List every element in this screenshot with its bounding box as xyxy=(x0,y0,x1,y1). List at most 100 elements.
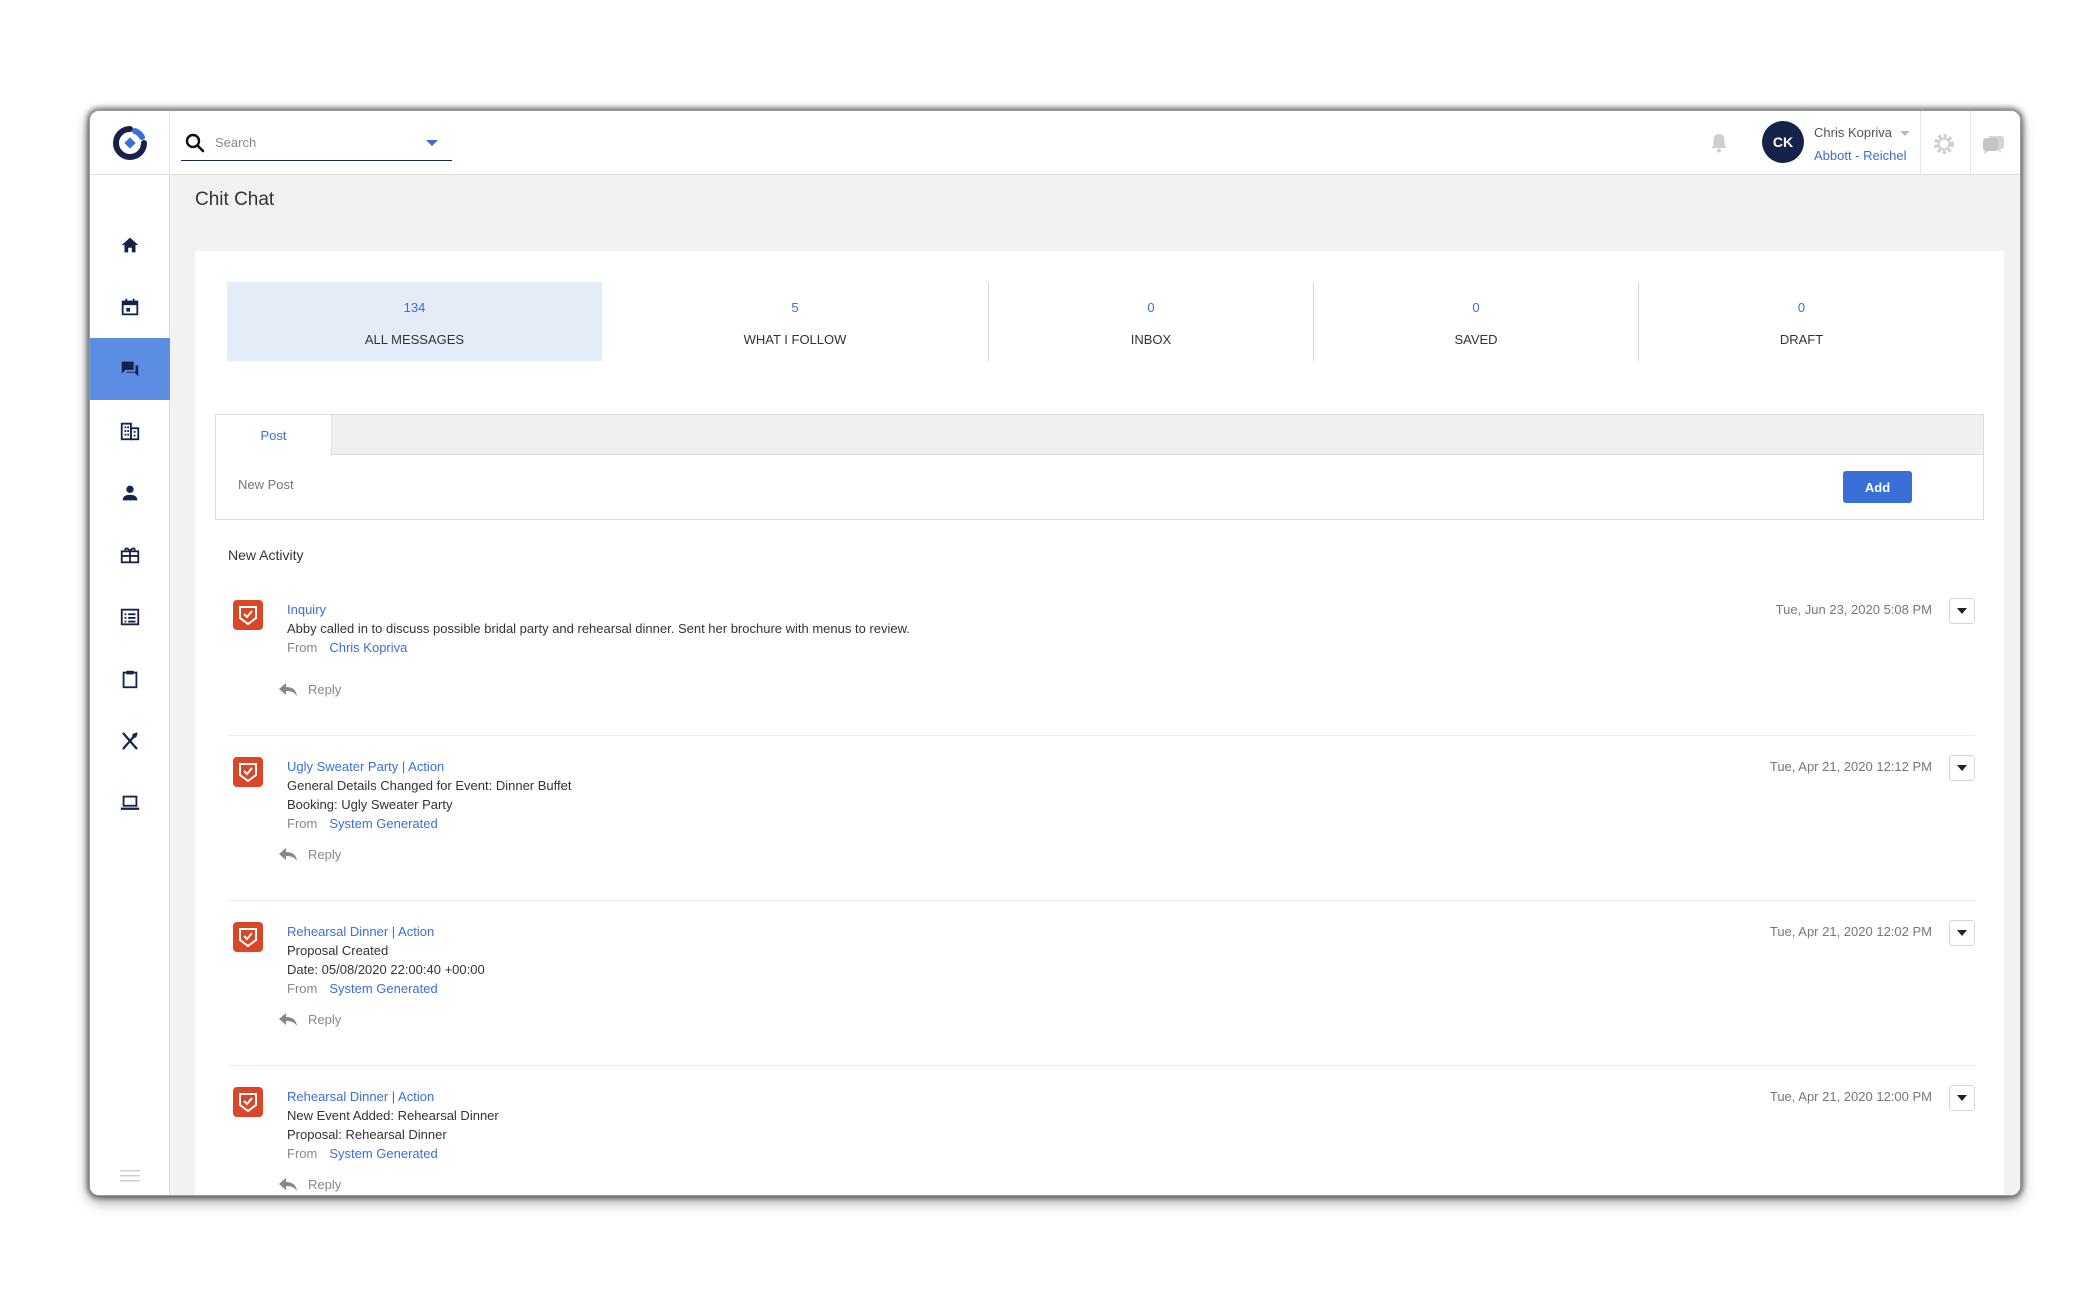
new-post-box: Post New Post Add xyxy=(215,414,1984,520)
main-content: Chit Chat 134 ALL MESSAGES 5 WHAT I FOLL… xyxy=(170,175,2020,1195)
tab-all-messages[interactable]: 134 ALL MESSAGES xyxy=(227,282,602,361)
top-divider xyxy=(1920,111,1921,175)
reply-button[interactable]: Reply xyxy=(278,846,341,862)
search-box[interactable] xyxy=(181,125,452,161)
activity-item: Rehearsal Dinner | Action Proposal Creat… xyxy=(228,900,1975,1065)
stats-bar: 134 ALL MESSAGES 5 WHAT I FOLLOW 0 INBOX… xyxy=(227,282,1976,361)
user-name[interactable]: Chris Kopriva xyxy=(1814,125,1892,140)
from-label: From xyxy=(287,981,318,996)
sidebar-item-calendar[interactable] xyxy=(90,276,170,338)
search-input[interactable] xyxy=(215,135,415,150)
chevron-down-icon xyxy=(1957,1095,1967,1101)
app-logo[interactable] xyxy=(90,111,170,175)
sidebar-item-lists[interactable] xyxy=(90,586,170,648)
post-tab-bar: Post xyxy=(216,415,1983,456)
activity-item: Ugly Sweater Party | Action General Deta… xyxy=(228,735,1975,900)
notification-bell-icon[interactable] xyxy=(1707,131,1731,155)
activity-text: Proposal: Rehearsal Dinner xyxy=(287,1127,447,1142)
menu-icon[interactable] xyxy=(120,1169,140,1183)
avatar[interactable]: CK xyxy=(1762,121,1804,163)
search-icon xyxy=(185,133,205,152)
chevron-down-icon xyxy=(1957,930,1967,936)
tab-draft[interactable]: 0 DRAFT xyxy=(1639,282,1964,361)
page-title: Chit Chat xyxy=(195,189,275,210)
user-company[interactable]: Abbott - Reichel xyxy=(1814,148,1907,163)
sidebar-item-contacts[interactable] xyxy=(90,462,170,524)
section-title: New Activity xyxy=(228,547,304,563)
sidebar-item-home[interactable] xyxy=(90,214,170,276)
activity-menu-button[interactable] xyxy=(1949,755,1975,781)
from-user-link[interactable]: System Generated xyxy=(329,981,437,996)
task-check-icon xyxy=(233,757,263,787)
reply-button[interactable]: Reply xyxy=(278,681,341,697)
activity-text: Proposal Created xyxy=(287,943,389,958)
chevron-down-icon xyxy=(1957,608,1967,614)
calendar-icon xyxy=(121,298,139,316)
activity-from: From System Generated xyxy=(287,816,438,831)
activity-menu-button[interactable] xyxy=(1949,598,1975,624)
activity-title-link[interactable]: Rehearsal Dinner | Action xyxy=(287,1089,434,1104)
tab-inbox[interactable]: 0 INBOX xyxy=(989,282,1313,361)
laptop-icon xyxy=(120,795,140,810)
activity-title-link[interactable]: Inquiry xyxy=(287,602,326,617)
chat-bubbles-icon[interactable] xyxy=(1980,131,2006,157)
home-icon xyxy=(121,237,139,253)
reply-button[interactable]: Reply xyxy=(278,1176,341,1192)
search-dropdown-icon[interactable] xyxy=(426,140,438,146)
from-user-link[interactable]: System Generated xyxy=(329,1146,437,1161)
sidebar-item-menus[interactable] xyxy=(90,710,170,772)
sidebar-item-devices[interactable] xyxy=(90,772,170,834)
settings-gear-icon[interactable] xyxy=(1931,131,1957,157)
reply-button[interactable]: Reply xyxy=(278,1011,341,1027)
activity-from: From Chris Kopriva xyxy=(287,640,407,655)
reply-label: Reply xyxy=(308,1176,342,1192)
activity-date: Tue, Apr 21, 2020 12:00 PM xyxy=(1769,1089,1932,1104)
activity-menu-button[interactable] xyxy=(1949,920,1975,946)
stat-count: 5 xyxy=(791,300,799,315)
activity-divider xyxy=(228,735,1975,736)
reply-icon xyxy=(279,1178,297,1191)
sidebar-item-venues[interactable] xyxy=(90,400,170,462)
list-icon xyxy=(120,608,140,626)
from-user-link[interactable]: System Generated xyxy=(329,816,437,831)
stat-count: 134 xyxy=(403,300,426,315)
reply-label: Reply xyxy=(308,846,342,862)
activity-from: From System Generated xyxy=(287,981,438,996)
from-user-link[interactable]: Chris Kopriva xyxy=(329,640,407,655)
stat-label: ALL MESSAGES xyxy=(364,332,465,347)
activity-from: From System Generated xyxy=(287,1146,438,1161)
sidebar-item-chit-chat[interactable] xyxy=(90,338,170,400)
from-label: From xyxy=(287,1146,318,1161)
tab-what-i-follow[interactable]: 5 WHAT I FOLLOW xyxy=(602,282,988,361)
activity-menu-button[interactable] xyxy=(1949,1085,1975,1111)
activity-item: Rehearsal Dinner | Action New Event Adde… xyxy=(228,1065,1975,1195)
activity-title-link[interactable]: Rehearsal Dinner | Action xyxy=(287,924,434,939)
activity-text: Booking: Ugly Sweater Party xyxy=(287,797,453,812)
task-check-icon xyxy=(233,922,263,952)
stat-label: WHAT I FOLLOW xyxy=(743,332,847,347)
building-icon xyxy=(120,422,140,441)
from-label: From xyxy=(287,816,318,831)
activity-date: Tue, Apr 21, 2020 12:02 PM xyxy=(1769,924,1932,939)
content-card: 134 ALL MESSAGES 5 WHAT I FOLLOW 0 INBOX… xyxy=(195,251,2004,1195)
stat-count: 0 xyxy=(1797,300,1806,315)
chevron-down-icon xyxy=(1957,765,1967,771)
add-post-button[interactable]: Add xyxy=(1843,471,1912,503)
activity-date: Tue, Jun 23, 2020 5:08 PM xyxy=(1775,602,1932,617)
sidebar-item-tasks[interactable] xyxy=(90,648,170,710)
user-menu-chevron-icon[interactable] xyxy=(1900,131,1910,136)
new-post-input[interactable]: New Post xyxy=(238,477,294,492)
activity-title-link[interactable]: Ugly Sweater Party | Action xyxy=(287,759,444,774)
sidebar-item-gifts[interactable] xyxy=(90,524,170,586)
tab-saved[interactable]: 0 SAVED xyxy=(1314,282,1638,361)
utensils-icon xyxy=(122,732,138,750)
stat-label: SAVED xyxy=(1454,332,1498,347)
activity-date: Tue, Apr 21, 2020 12:12 PM xyxy=(1769,759,1932,774)
clipboard-icon xyxy=(122,670,138,689)
gift-icon xyxy=(120,547,140,564)
from-label: From xyxy=(287,640,318,655)
activity-divider xyxy=(228,1065,1975,1066)
stat-count: 0 xyxy=(1472,300,1480,315)
activity-item: Inquiry Abby called in to discuss possib… xyxy=(228,589,1975,754)
tab-post[interactable]: Post xyxy=(216,415,332,456)
